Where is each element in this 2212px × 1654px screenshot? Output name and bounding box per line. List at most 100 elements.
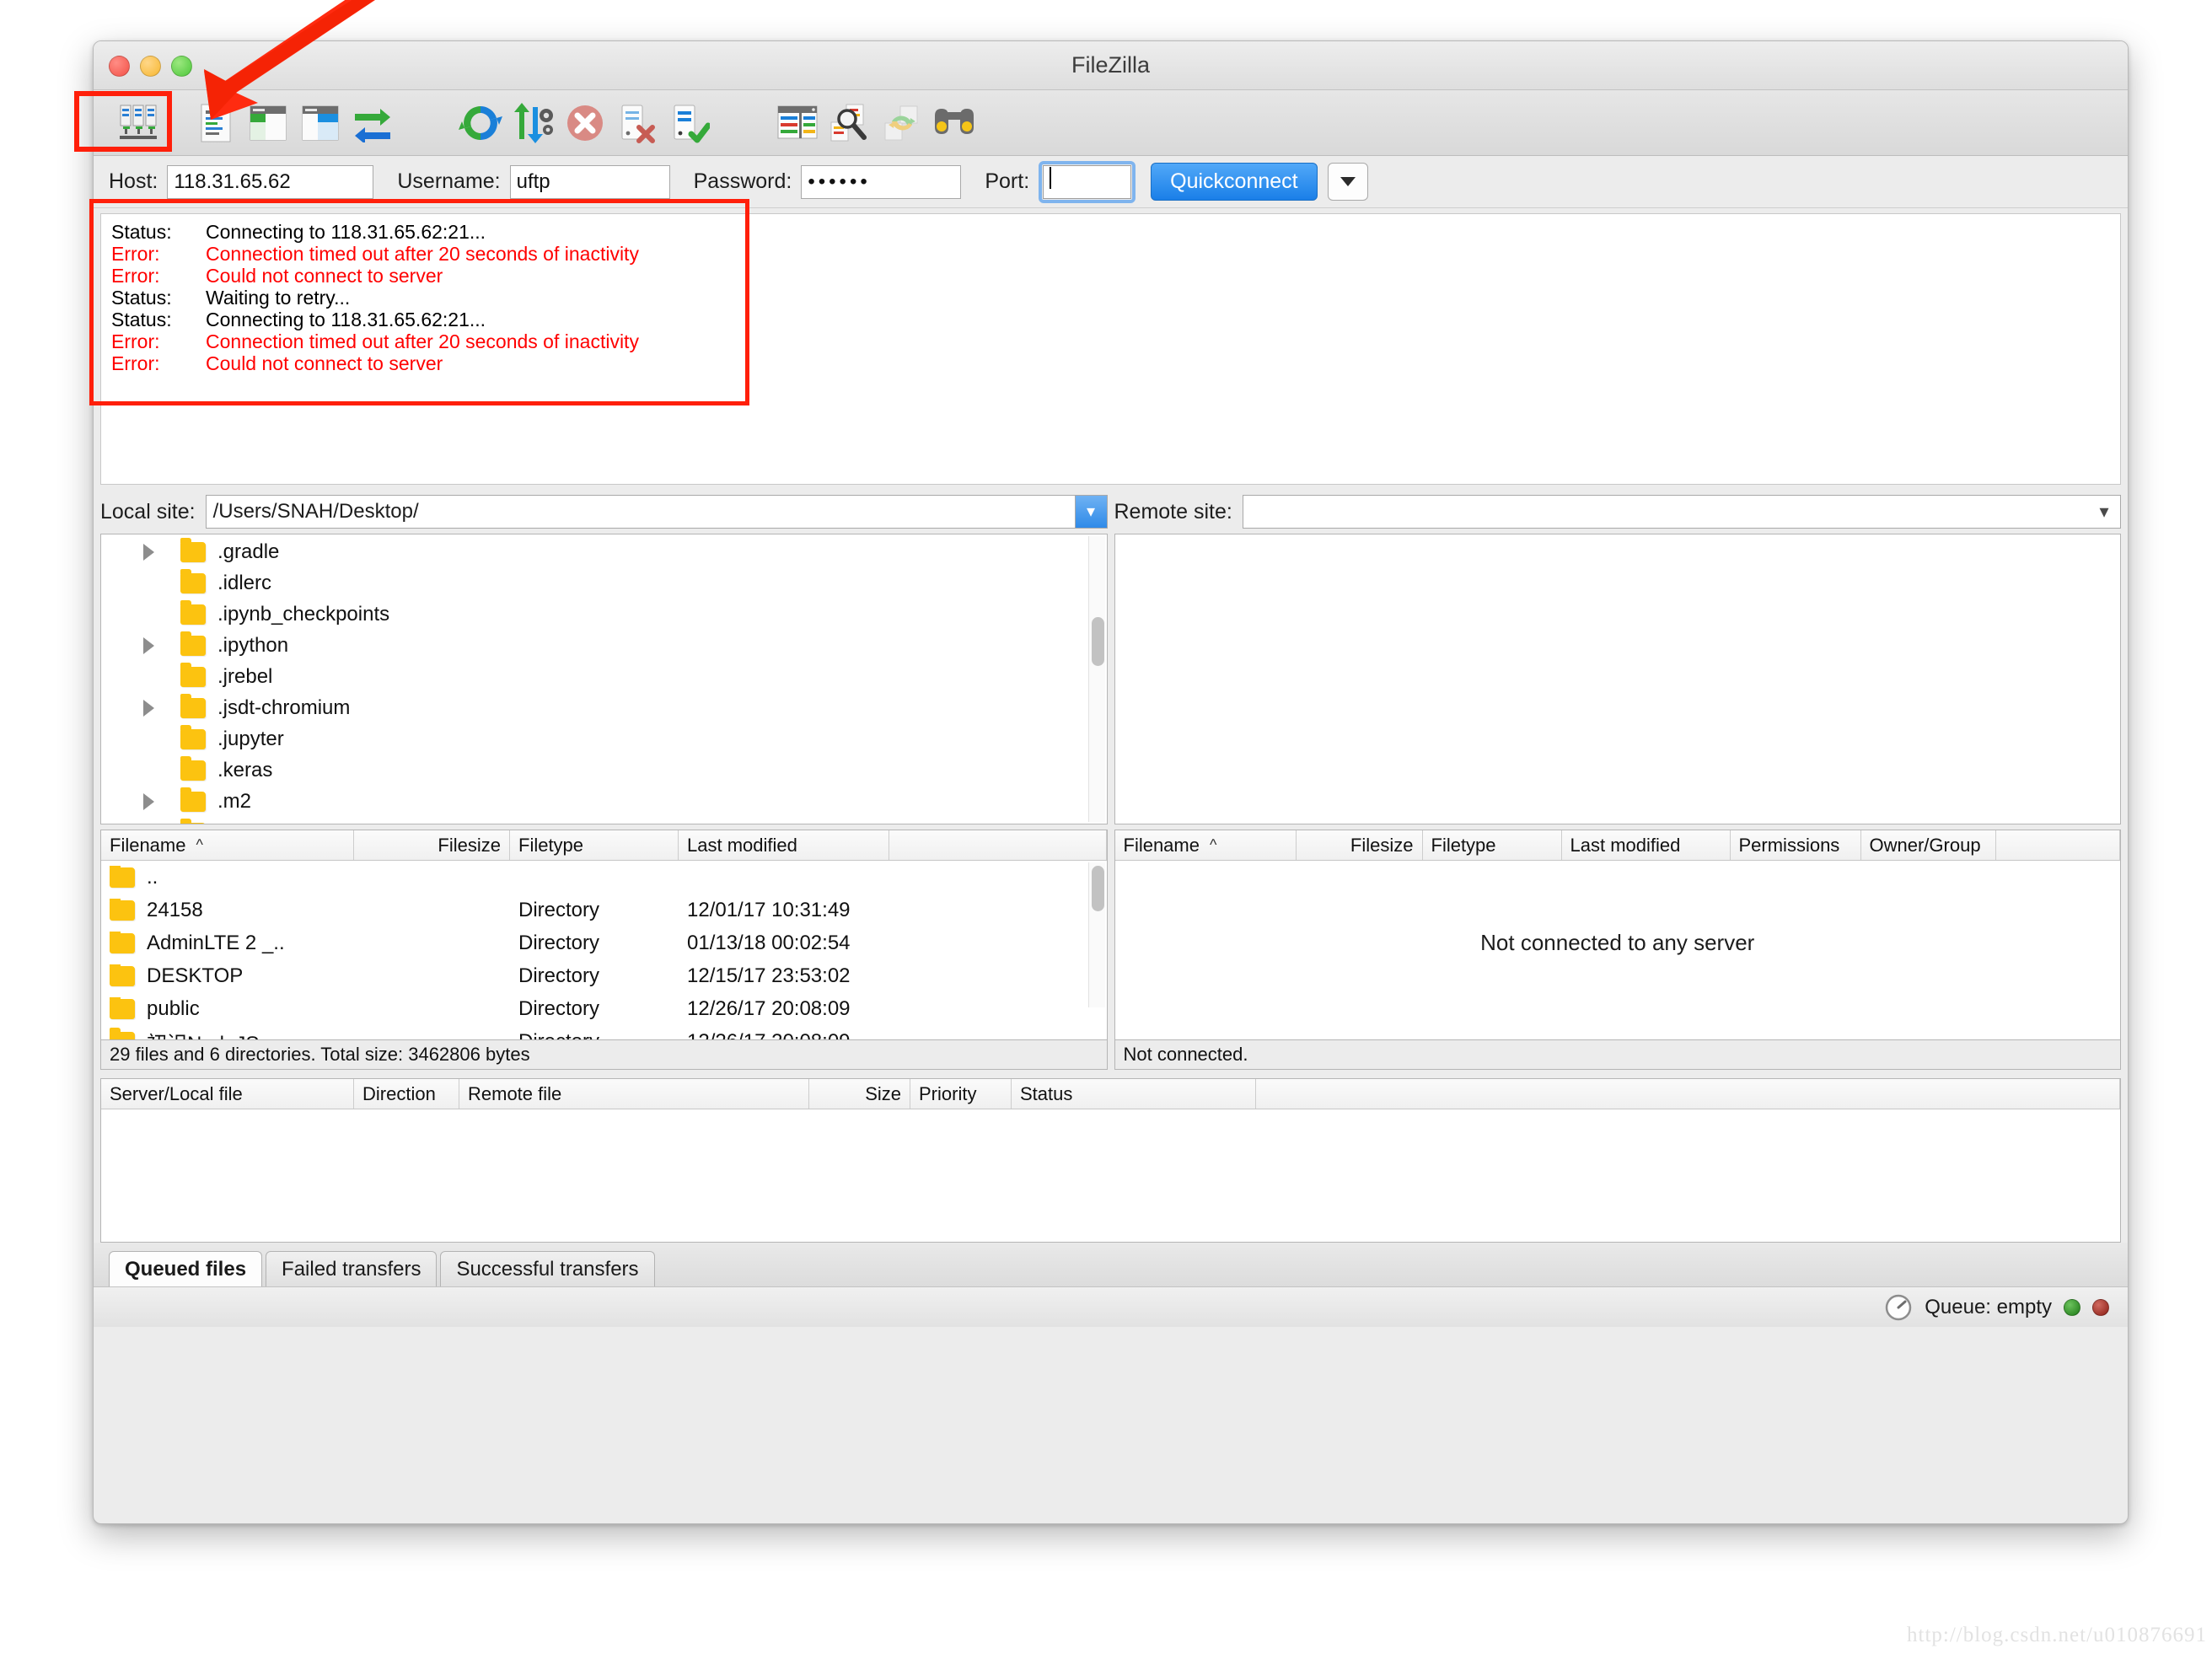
toggle-remote-tree-icon[interactable]: [294, 97, 346, 149]
table-row[interactable]: public Directory 12/26/17 20:08:09: [101, 992, 1107, 1025]
refresh-icon[interactable]: [454, 97, 507, 149]
main-toolbar: [94, 90, 2128, 156]
expand-arrow-icon[interactable]: [143, 824, 180, 825]
remote-site-combo[interactable]: ▾: [1242, 495, 2121, 529]
local-file-list[interactable]: Filename ^ Filesize Filetype Last modifi…: [100, 830, 1108, 1040]
expand-arrow-icon[interactable]: [143, 792, 180, 810]
port-field-focus-ring: [1039, 160, 1136, 203]
column-header-remote-file[interactable]: Remote file: [459, 1079, 809, 1109]
remote-file-list[interactable]: Filename ^ Filesize Filetype Last modifi…: [1114, 830, 2121, 1040]
transfer-queue[interactable]: Server/Local file Direction Remote file …: [100, 1078, 2121, 1243]
tree-item-label: .ipython: [217, 633, 289, 657]
tree-item[interactable]: .ipynb_checkpoints: [101, 599, 1107, 630]
column-header-owner-group[interactable]: Owner/Group: [1861, 830, 1996, 860]
expand-arrow-icon[interactable]: [143, 699, 180, 717]
synchronized-browsing-icon[interactable]: [876, 97, 928, 149]
cell-filetype: Directory: [510, 1030, 679, 1040]
table-row[interactable]: 初识NodeJS.. Directory12/26/17 20:08:09: [101, 1025, 1107, 1039]
remote-directory-tree[interactable]: [1114, 534, 2121, 824]
column-header-status[interactable]: Status: [1012, 1079, 1256, 1109]
tree-item[interactable]: .keras: [101, 755, 1107, 786]
reconnect-icon[interactable]: [663, 97, 716, 149]
chevron-right-icon: [143, 824, 154, 825]
log-line: Status: Connecting to 118.31.65.62:21...: [101, 214, 2120, 243]
cell-filename: AdminLTE 2 _..: [101, 931, 354, 955]
folder-icon: [180, 755, 206, 781]
tree-item[interactable]: .jupyter: [101, 723, 1107, 755]
column-header-server-local-file[interactable]: Server/Local file: [101, 1079, 354, 1109]
cancel-icon[interactable]: [559, 97, 611, 149]
log-line: Error: Could not connect to server: [101, 265, 2120, 287]
table-row[interactable]: AdminLTE 2 _.. Directory 01/13/18 00:02:54: [101, 926, 1107, 959]
tree-item[interactable]: .ipython: [101, 630, 1107, 661]
local-file-list-header: Filename ^ Filesize Filetype Last modifi…: [101, 830, 1107, 861]
message-log[interactable]: Status: Connecting to 118.31.65.62:21... E…: [100, 213, 2121, 485]
local-directory-tree[interactable]: .gradle .idlerc .ipynb_checkpoints .ipython…: [100, 534, 1108, 824]
column-header-filesize[interactable]: Filesize: [354, 830, 510, 860]
search-icon[interactable]: [824, 97, 876, 149]
expand-arrow-icon[interactable]: [143, 636, 180, 654]
local-tree-scrollbar[interactable]: [1087, 536, 1105, 822]
column-header-filetype[interactable]: Filetype: [1423, 830, 1562, 860]
column-label: Filename: [1123, 834, 1200, 856]
compare-directories-icon[interactable]: [928, 97, 980, 149]
folder-icon: [180, 599, 206, 625]
toggle-message-log-icon[interactable]: [190, 97, 242, 149]
column-header-last-modified[interactable]: Last modified: [1562, 830, 1731, 860]
tree-item[interactable]: .jsdt-chromium: [101, 692, 1107, 723]
local-list-scroll-thumb[interactable]: [1091, 866, 1104, 911]
toggle-local-tree-icon[interactable]: [242, 97, 294, 149]
toggle-transfer-queue-icon[interactable]: [346, 97, 399, 149]
cell-filename: DESKTOP: [101, 964, 354, 988]
folder-icon: [180, 537, 206, 562]
log-line-label: Error:: [111, 243, 160, 265]
tree-item[interactable]: .jrebel: [101, 661, 1107, 692]
tab-queued-files[interactable]: Queued files: [109, 1251, 263, 1286]
column-header-filename[interactable]: Filename ^: [101, 830, 354, 860]
local-site-combo[interactable]: /Users/SNAH/Desktop/ ▾: [205, 495, 1108, 529]
password-input[interactable]: [801, 164, 962, 199]
quickconnect-button[interactable]: Quickconnect: [1151, 163, 1318, 201]
host-input[interactable]: [167, 164, 374, 199]
folder-icon: [180, 787, 206, 812]
column-header-filetype[interactable]: Filetype: [510, 830, 679, 860]
site-manager-icon[interactable]: [112, 97, 164, 149]
tree-item[interactable]: .matlab: [101, 817, 1107, 824]
port-input[interactable]: [1043, 164, 1132, 199]
tree-item[interactable]: .m2: [101, 786, 1107, 817]
column-header-last-modified[interactable]: Last modified: [679, 830, 889, 860]
log-line-label: Status:: [111, 287, 172, 309]
disconnect-icon[interactable]: [611, 97, 663, 149]
led-green-icon: [2064, 1298, 2080, 1316]
remote-site-dropdown-icon[interactable]: ▾: [2088, 496, 2120, 528]
column-header-spacer: [1256, 1079, 2120, 1109]
tree-item[interactable]: .gradle: [101, 536, 1107, 567]
process-queue-icon[interactable]: [507, 97, 559, 149]
folder-icon: [180, 818, 206, 824]
expand-arrow-icon[interactable]: [143, 543, 180, 561]
cell-filename: 初识NodeJS..: [101, 1027, 354, 1039]
tab-successful-transfers[interactable]: Successful transfers: [440, 1251, 655, 1286]
column-header-priority[interactable]: Priority: [910, 1079, 1012, 1109]
tab-failed-transfers[interactable]: Failed transfers: [266, 1251, 438, 1286]
local-list-scrollbar[interactable]: [1087, 862, 1105, 1007]
local-tree-scroll-thumb[interactable]: [1091, 617, 1104, 666]
column-header-permissions[interactable]: Permissions: [1731, 830, 1861, 860]
column-header-filename[interactable]: Filename ^: [1115, 830, 1297, 860]
table-row[interactable]: 24158 Directory 12/01/17 10:31:49: [101, 894, 1107, 926]
local-site-dropdown-icon[interactable]: ▾: [1074, 496, 1107, 528]
filter-icon[interactable]: [771, 97, 824, 149]
table-row[interactable]: DESKTOP Directory 12/15/17 23:53:02: [101, 959, 1107, 992]
log-line-text: Could not connect to server: [206, 352, 443, 374]
cell-last-modified: 12/26/17 20:08:09: [679, 1030, 889, 1040]
column-header-filesize[interactable]: Filesize: [1297, 830, 1423, 860]
local-tree-list: .gradle .idlerc .ipynb_checkpoints .ipython…: [101, 534, 1107, 824]
column-header-direction[interactable]: Direction: [354, 1079, 459, 1109]
folder-icon: [180, 568, 206, 593]
column-header-size[interactable]: Size: [809, 1079, 910, 1109]
table-row[interactable]: ..: [101, 861, 1107, 894]
folder-icon: [180, 662, 206, 687]
tree-item[interactable]: .idlerc: [101, 567, 1107, 599]
quickconnect-dropdown-button[interactable]: [1327, 163, 1368, 201]
username-input[interactable]: [509, 164, 670, 199]
